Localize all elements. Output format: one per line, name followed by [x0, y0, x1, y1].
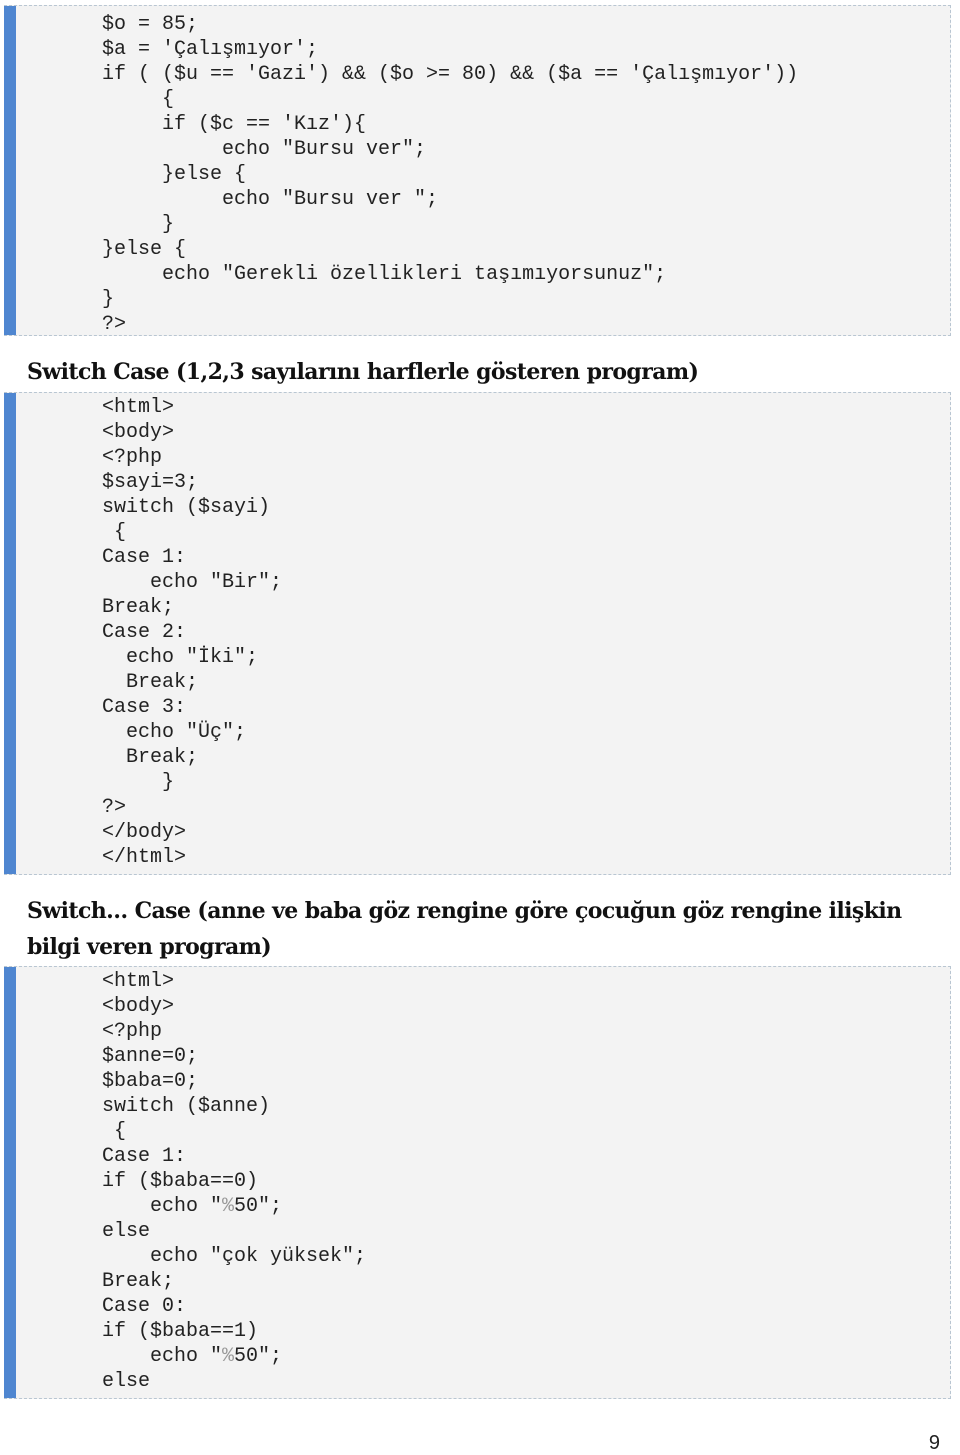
- code-line: echo "Bursu ver ";: [102, 188, 439, 211]
- section-heading-switch-case-eye-color-line1: Switch… Case (anne ve baba göz rengine g…: [27, 898, 902, 924]
- code-lines: $o = 85; $a = 'Çalışmıyor'; if ( ($u == 'G…: [102, 12, 798, 337]
- code-block-accent-bar: [4, 6, 16, 335]
- code-block-accent-bar: [4, 967, 16, 1398]
- code-line: <body>: [102, 421, 175, 444]
- code-line: {: [102, 521, 127, 544]
- code-line: else: [102, 1370, 151, 1393]
- code-line: }: [102, 288, 115, 311]
- code-line: if ($c == 'Kız'){: [102, 113, 367, 136]
- code-line: {: [102, 1120, 127, 1143]
- code-line: Case 0:: [102, 1295, 187, 1318]
- code-line: </body>: [102, 821, 187, 844]
- code-line: ?>: [102, 796, 127, 819]
- code-block-if-else: $o = 85; $a = 'Çalışmıyor'; if ( ($u == 'G…: [4, 5, 951, 336]
- page-number: 9: [928, 1432, 940, 1454]
- code-line: echo "%50";: [102, 1195, 283, 1218]
- code-line: echo "%50";: [102, 1345, 283, 1368]
- code-line: Break;: [102, 1270, 175, 1293]
- code-line: <html>: [102, 970, 175, 993]
- code-line: $baba=0;: [102, 1070, 199, 1093]
- code-line: {: [102, 88, 175, 111]
- code-line: }: [102, 213, 175, 236]
- code-line: Break;: [102, 671, 199, 694]
- code-line: switch ($anne): [102, 1095, 271, 1118]
- code-line: Break;: [102, 746, 199, 769]
- code-lines: <html> <body> <?php $anne=0; $baba=0; switch …: [102, 969, 366, 1394]
- code-line: Case 2:: [102, 621, 187, 644]
- code-line: if ($baba==0): [102, 1170, 259, 1193]
- code-line: <body>: [102, 995, 175, 1018]
- code-line: $anne=0;: [102, 1045, 199, 1068]
- code-block-switch-anne: <html> <body> <?php $anne=0; $baba=0; switch …: [4, 966, 951, 1399]
- code-block-switch-sayi: <html> <body> <?php $sayi=3; switch ($sayi) …: [4, 392, 951, 875]
- section-heading-switch-case-numbers: Switch Case (1,2,3 sayılarını harflerle …: [27, 359, 699, 385]
- code-line: }: [102, 771, 175, 794]
- code-line: $a = 'Çalışmıyor';: [102, 38, 319, 61]
- code-line: Case 3:: [102, 696, 187, 719]
- code-lines: <html> <body> <?php $sayi=3; switch ($sayi) …: [102, 395, 282, 870]
- code-line: Case 1:: [102, 546, 187, 569]
- code-line: echo "Bursu ver";: [102, 138, 427, 161]
- code-line: }else {: [102, 163, 247, 186]
- code-line: </html>: [102, 846, 187, 869]
- code-block-accent-bar: [4, 393, 16, 874]
- code-line: }else {: [102, 238, 187, 261]
- code-line: else: [102, 1220, 151, 1243]
- code-line: Break;: [102, 596, 175, 619]
- code-line: if ( ($u == 'Gazi') && ($o >= 80) && ($a…: [102, 63, 799, 86]
- code-line: echo "çok yüksek";: [102, 1245, 367, 1268]
- code-line: <?php: [102, 1020, 163, 1043]
- code-line: echo "Bir";: [102, 571, 283, 594]
- code-line: echo "İki";: [102, 646, 259, 669]
- code-line: Case 1:: [102, 1145, 187, 1168]
- code-line: switch ($sayi): [102, 496, 271, 519]
- code-line: echo "Üç";: [102, 721, 247, 744]
- section-heading-switch-case-eye-color-line2: bilgi veren program): [27, 934, 272, 960]
- code-line: if ($baba==1): [102, 1320, 259, 1343]
- code-line: <html>: [102, 396, 175, 419]
- code-line: <?php: [102, 446, 163, 469]
- code-line: echo "Gerekli özellikleri taşımıyorsunuz…: [102, 263, 667, 286]
- code-line: ?>: [102, 313, 127, 336]
- code-line: $o = 85;: [102, 13, 199, 36]
- code-line: $sayi=3;: [102, 471, 199, 494]
